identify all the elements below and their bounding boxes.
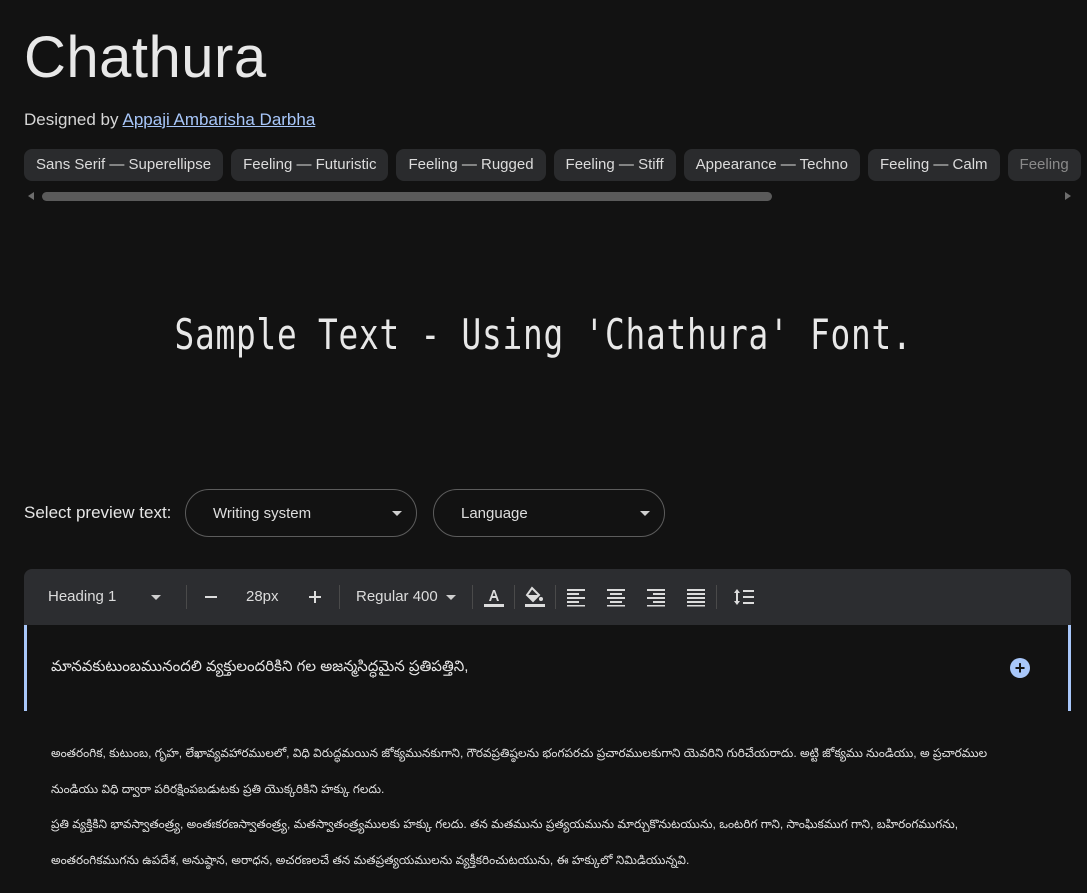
tag-chip[interactable]: Feeling — Calm (868, 149, 1000, 181)
toolbar-divider (472, 585, 473, 609)
font-title: Chathura (24, 25, 267, 90)
align-center-icon[interactable] (604, 585, 628, 609)
writing-system-select[interactable]: Writing system (185, 489, 417, 537)
editor-toolbar: Heading 1 28px Regular 400 (24, 569, 1071, 625)
designed-by-label: Designed by (24, 110, 119, 129)
tag-chip[interactable]: Appearance — Techno (683, 149, 860, 181)
scroll-left-icon[interactable] (28, 192, 34, 200)
preview-text-label: Select preview text: (24, 503, 172, 522)
align-right-icon[interactable] (644, 585, 668, 609)
editor-active-line[interactable]: మానవకుటుంబమునందలి వ్యక్తులందరికిని గల అజ… (24, 625, 1071, 711)
editor-heading-text[interactable]: మానవకుటుంబమునందలి వ్యక్తులందరికిని గల అజ… (51, 658, 468, 679)
dropdown-caret-icon (392, 511, 402, 516)
dropdown-caret-icon (640, 511, 650, 516)
designer-link[interactable]: Appaji Ambarisha Darbha (123, 110, 316, 129)
add-block-icon[interactable]: + (1010, 658, 1030, 678)
toolbar-divider (555, 585, 556, 609)
tag-chip[interactable]: Sans Serif — Superellipse (24, 149, 224, 181)
tag-chip[interactable]: Feeling — Futuristic (231, 149, 389, 181)
scrollbar-thumb[interactable] (42, 192, 772, 201)
editor-paragraph-line[interactable]: అంతరంగిక, కుటుంబ, గృహ, లేఖావ్యవహారములలో,… (51, 736, 1051, 772)
tag-chip[interactable]: Feeling (1007, 149, 1081, 181)
editor-paragraph-line[interactable]: అంతరంగికముగను ఉపదేశ, అనుష్ఠాన, అరాధన, అచ… (51, 843, 1051, 879)
tag-chip-list: Sans Serif — Superellipse Feeling — Futu… (24, 149, 1087, 181)
editor-paragraph-line[interactable]: నుండియు విధి ద్వారా పరిరక్షింపబడుటకు ప్ర… (51, 772, 1051, 808)
toolbar-divider (716, 585, 717, 609)
tag-chip[interactable]: Feeling — Stiff (553, 149, 676, 181)
dropdown-caret-icon (151, 595, 161, 600)
text-style-select[interactable]: Heading 1 (48, 569, 116, 625)
dropdown-caret-icon (446, 595, 456, 600)
scroll-right-icon[interactable] (1065, 192, 1071, 200)
writing-system-label: Writing system (213, 505, 312, 522)
language-select[interactable]: Language (433, 489, 665, 537)
font-size-value[interactable]: 28px (246, 569, 279, 625)
align-left-icon[interactable] (564, 585, 588, 609)
tag-scrollbar[interactable] (24, 189, 1071, 203)
editor-body[interactable]: అంతరంగిక, కుటుంబ, గృహ, లేఖావ్యవహారములలో,… (51, 736, 1051, 878)
toolbar-divider (186, 585, 187, 609)
toolbar-divider (339, 585, 340, 609)
editor-paragraph-line[interactable]: ప్రతి వ్యక్తికిని భావస్వాతంత్ర్య, అంతఃకర… (51, 807, 1051, 843)
text-color-icon[interactable] (482, 585, 506, 609)
toolbar-divider (514, 585, 515, 609)
minus-icon[interactable] (199, 585, 223, 609)
language-label: Language (461, 505, 528, 522)
plus-icon[interactable] (303, 585, 327, 609)
line-spacing-icon[interactable] (732, 585, 756, 609)
highlight-icon[interactable] (523, 585, 547, 609)
font-weight-label: Regular 400 (356, 588, 438, 605)
font-sample-text: Sample Text - Using 'Chathura' Font. (174, 310, 913, 359)
font-weight-select[interactable]: Regular 400 (356, 569, 438, 625)
tag-chip[interactable]: Feeling — Rugged (396, 149, 546, 181)
align-justify-icon[interactable] (684, 585, 708, 609)
designer-line: Designed by Appaji Ambarisha Darbha (24, 110, 315, 130)
text-style-label: Heading 1 (48, 588, 117, 605)
